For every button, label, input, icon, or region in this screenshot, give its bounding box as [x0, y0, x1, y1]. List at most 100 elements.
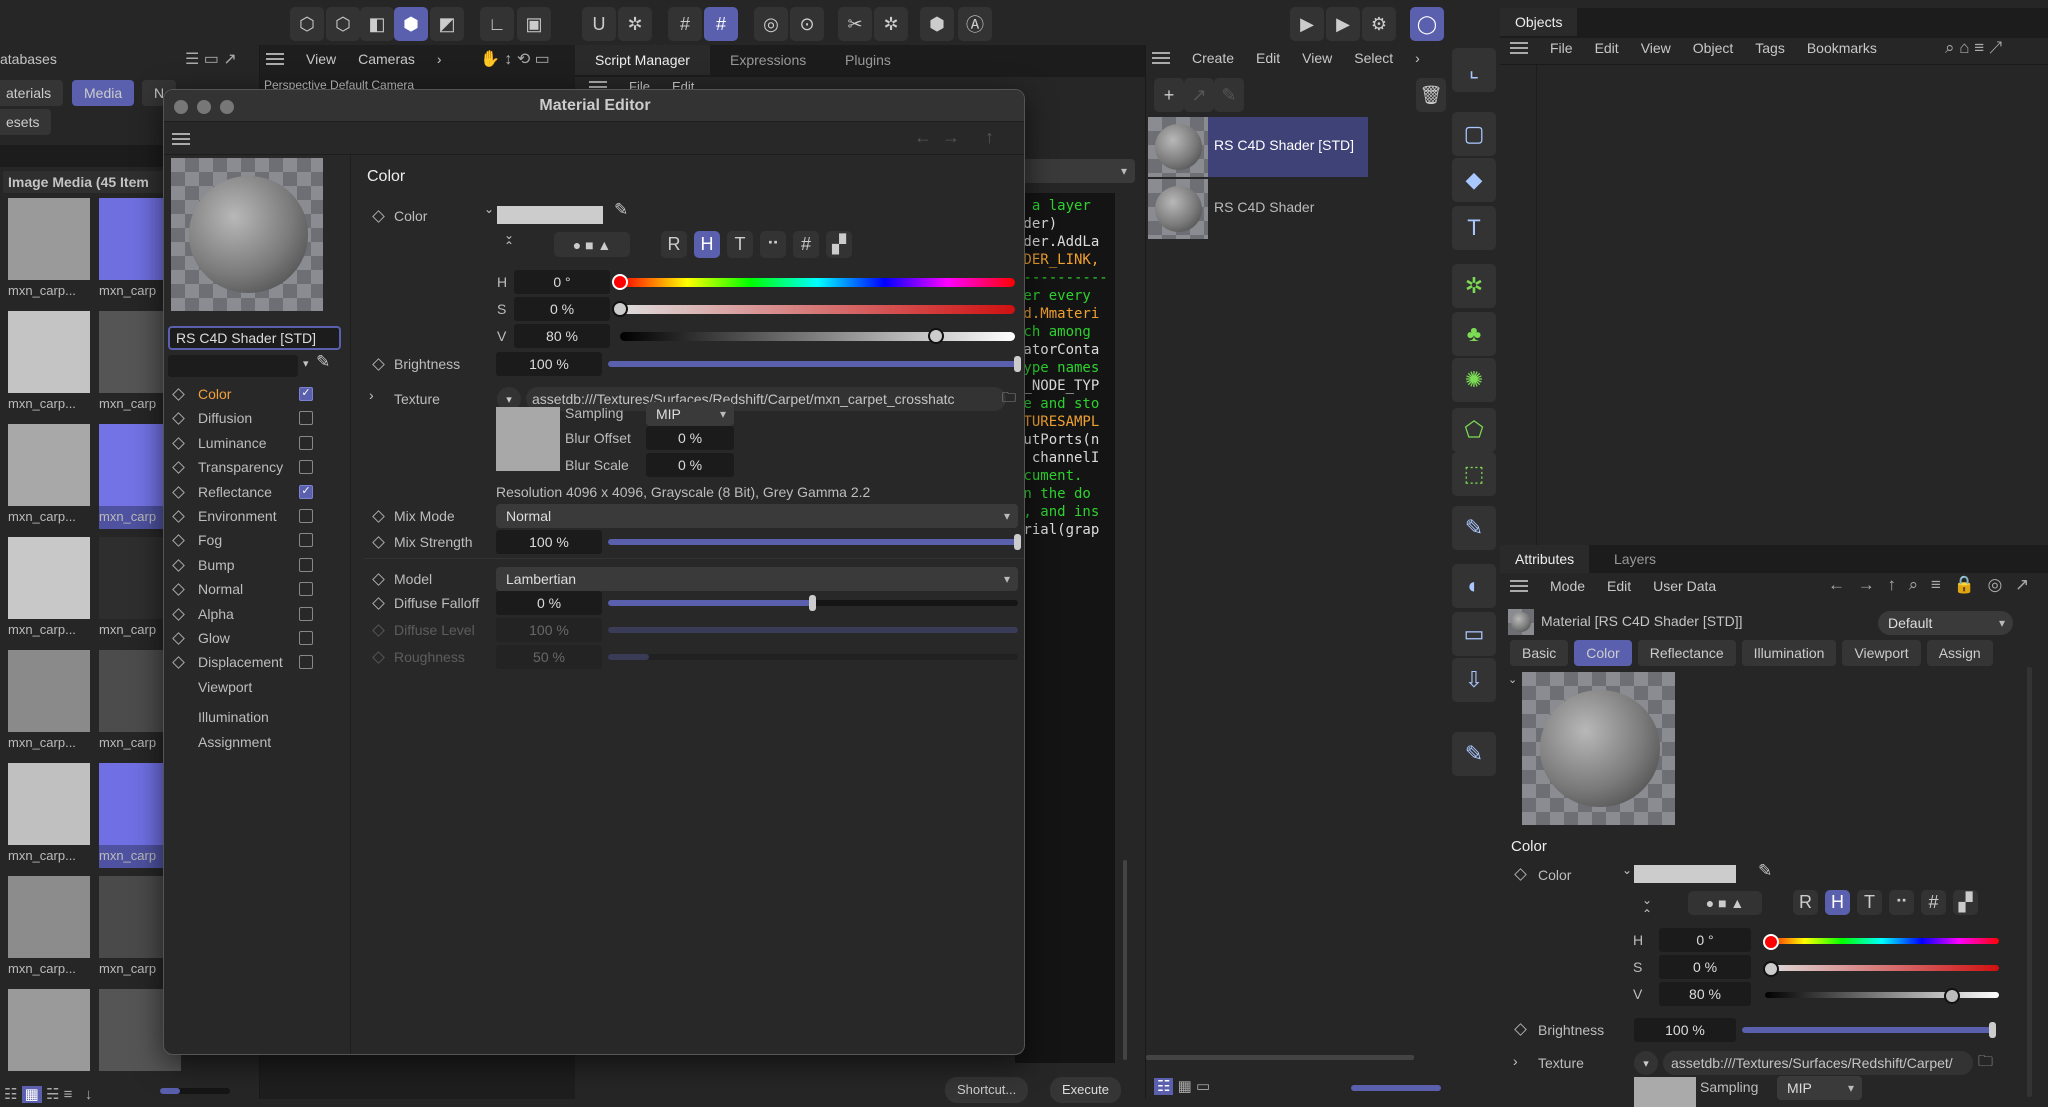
checkbox[interactable]: [299, 460, 313, 475]
keyframe-icon[interactable]: [172, 461, 185, 475]
keyframe-icon[interactable]: [172, 510, 185, 523]
channel-normal[interactable]: Normal: [164, 577, 351, 601]
blur-offset-field[interactable]: 0 %: [646, 426, 734, 450]
menu-tags[interactable]: Tags: [1755, 40, 1785, 56]
checkbox[interactable]: [299, 509, 313, 523]
menu-icon[interactable]: [1510, 580, 1528, 592]
render-settings-clapper-icon[interactable]: ⚙: [1362, 7, 1396, 41]
tab-script-manager[interactable]: Script Manager: [575, 45, 710, 75]
color-mode-4[interactable]: #: [1921, 890, 1946, 915]
saturation-slider[interactable]: [1763, 961, 1999, 977]
sky-icon[interactable]: ◐: [1452, 564, 1496, 608]
value-slider[interactable]: [1765, 988, 1999, 1004]
code-editor[interactable]: s a layer ader) ader.AddLa ADER_LINK, ------…: [1015, 193, 1115, 1063]
color-mode-2[interactable]: T: [1857, 890, 1882, 915]
color-swatch[interactable]: [1634, 865, 1736, 883]
edge-mode-icon[interactable]: ◧: [360, 7, 394, 41]
scrollbar[interactable]: [2027, 667, 2032, 1097]
channel-viewport[interactable]: Viewport: [164, 675, 351, 699]
menu-select[interactable]: Select: [1354, 50, 1393, 66]
color-mode-2[interactable]: T: [727, 231, 753, 258]
add-icon[interactable]: +: [1154, 78, 1184, 112]
checkbox[interactable]: [299, 411, 313, 426]
folder-icon[interactable]: 🗀: [1002, 387, 1016, 411]
grid-lock-icon[interactable]: #: [704, 7, 738, 41]
menu-file[interactable]: File: [1550, 40, 1573, 56]
tab-layers[interactable]: Layers: [1614, 551, 1656, 567]
navigation-icons[interactable]: ✋ ↕ ⟲ ▭: [480, 49, 550, 69]
menu-view[interactable]: View: [306, 51, 336, 67]
tab-objects[interactable]: Objects: [1500, 8, 1578, 36]
keyframe-icon[interactable]: [172, 388, 185, 401]
folder-icon[interactable]: 🗀: [1978, 1051, 1993, 1076]
eyedropper-icon[interactable]: ✎: [1214, 78, 1244, 112]
collapse-chevron-icon[interactable]: ⌄: [1508, 673, 1517, 686]
camera-target-icon[interactable]: ⬚: [1452, 452, 1496, 496]
menu-icon[interactable]: [172, 133, 190, 145]
object-mode-icon[interactable]: ⬡: [290, 7, 324, 41]
tab-reflectance[interactable]: Reflectance: [1637, 640, 1736, 666]
menu-view[interactable]: View: [1302, 50, 1332, 66]
channel-fog[interactable]: Fog: [164, 528, 351, 552]
checkbox[interactable]: [299, 582, 313, 597]
tab-materials[interactable]: aterials: [0, 80, 64, 106]
keyframe-icon[interactable]: [372, 536, 385, 549]
soft-selection-icon[interactable]: ◎: [754, 7, 788, 41]
keyframe-icon[interactable]: [1514, 1023, 1527, 1036]
channel-alpha[interactable]: Alpha: [164, 602, 351, 626]
cloner-icon[interactable]: ♣: [1452, 312, 1496, 356]
brightness-slider[interactable]: [608, 356, 1021, 372]
snap-settings-icon[interactable]: ✲: [618, 7, 652, 41]
v-slider[interactable]: [620, 328, 1015, 344]
render-view-icon[interactable]: ▶: [1290, 7, 1324, 41]
keyframe-icon[interactable]: [172, 656, 185, 670]
h-field[interactable]: 0 °: [514, 270, 610, 294]
color-mode-1[interactable]: H: [694, 231, 720, 258]
expand-icon[interactable]: ⌄ ⌃: [504, 229, 514, 252]
keyframe-icon[interactable]: [372, 510, 385, 523]
chevron-right-icon[interactable]: ›: [437, 51, 442, 67]
v-field[interactable]: 80 %: [1659, 982, 1751, 1006]
zoom-slider[interactable]: [1351, 1085, 1441, 1091]
media-item[interactable]: mxn_carp...: [8, 537, 90, 642]
menu-icon[interactable]: [1152, 52, 1170, 64]
keyframe-icon[interactable]: [172, 607, 185, 621]
checkbox[interactable]: ✓: [299, 387, 313, 401]
snap-magnet-icon[interactable]: U: [582, 7, 616, 41]
chevron-down-icon[interactable]: ⌄: [1622, 863, 1632, 877]
dropdown-arrow-icon[interactable]: ▾: [303, 357, 309, 370]
camera-icon[interactable]: ▭: [1452, 612, 1496, 656]
color-shape-icons[interactable]: ● ■ ▲: [554, 232, 630, 257]
keyframe-icon[interactable]: [172, 436, 185, 450]
s-slider[interactable]: [612, 301, 1015, 317]
media-item[interactable]: mxn_carp...: [8, 876, 90, 981]
solo-icon[interactable]: ▣: [517, 7, 551, 41]
tab-color[interactable]: Color: [1574, 640, 1632, 666]
render-settings-icon[interactable]: ⬢: [920, 7, 954, 41]
coordinate-system-icon[interactable]: ⌞: [1452, 48, 1496, 92]
color-mode-3[interactable]: ⠒: [1889, 890, 1914, 915]
grid-icon[interactable]: #: [668, 7, 702, 41]
checkbox[interactable]: [299, 606, 313, 621]
list-view-icons[interactable]: ☷ ▦ ▭: [1154, 1077, 1210, 1095]
deformer-icon[interactable]: ⬠: [1452, 408, 1496, 452]
objects-icons[interactable]: ⌕ ⌂ ≡ ↗: [1945, 38, 2002, 58]
symmetry-icon[interactable]: ✂: [838, 7, 872, 41]
workplane-icon[interactable]: ⊙: [790, 7, 824, 41]
keyframe-icon[interactable]: [172, 412, 185, 426]
menu-icon[interactable]: [1510, 42, 1528, 54]
keyframe-icon[interactable]: [372, 210, 385, 223]
diffuse-falloff-slider[interactable]: [608, 595, 1018, 611]
s-field[interactable]: 0 %: [514, 297, 610, 321]
model-dropdown[interactable]: Lambertian: [496, 567, 1018, 591]
polygon-mode-icon[interactable]: ⬢: [394, 7, 428, 41]
h-slider[interactable]: [612, 274, 1015, 290]
point-mode-icon[interactable]: ⬡: [326, 7, 360, 41]
spline-pen-icon[interactable]: ✎: [1452, 506, 1496, 550]
mix-strength-slider[interactable]: [608, 534, 1021, 550]
brightness-field[interactable]: 100 %: [1634, 1018, 1736, 1042]
rectangle-icon[interactable]: ▢: [1452, 112, 1496, 156]
keyframe-icon[interactable]: [372, 597, 385, 610]
color-mode-3[interactable]: ⠒: [760, 231, 786, 258]
media-item[interactable]: mxn_carp...: [8, 311, 90, 416]
